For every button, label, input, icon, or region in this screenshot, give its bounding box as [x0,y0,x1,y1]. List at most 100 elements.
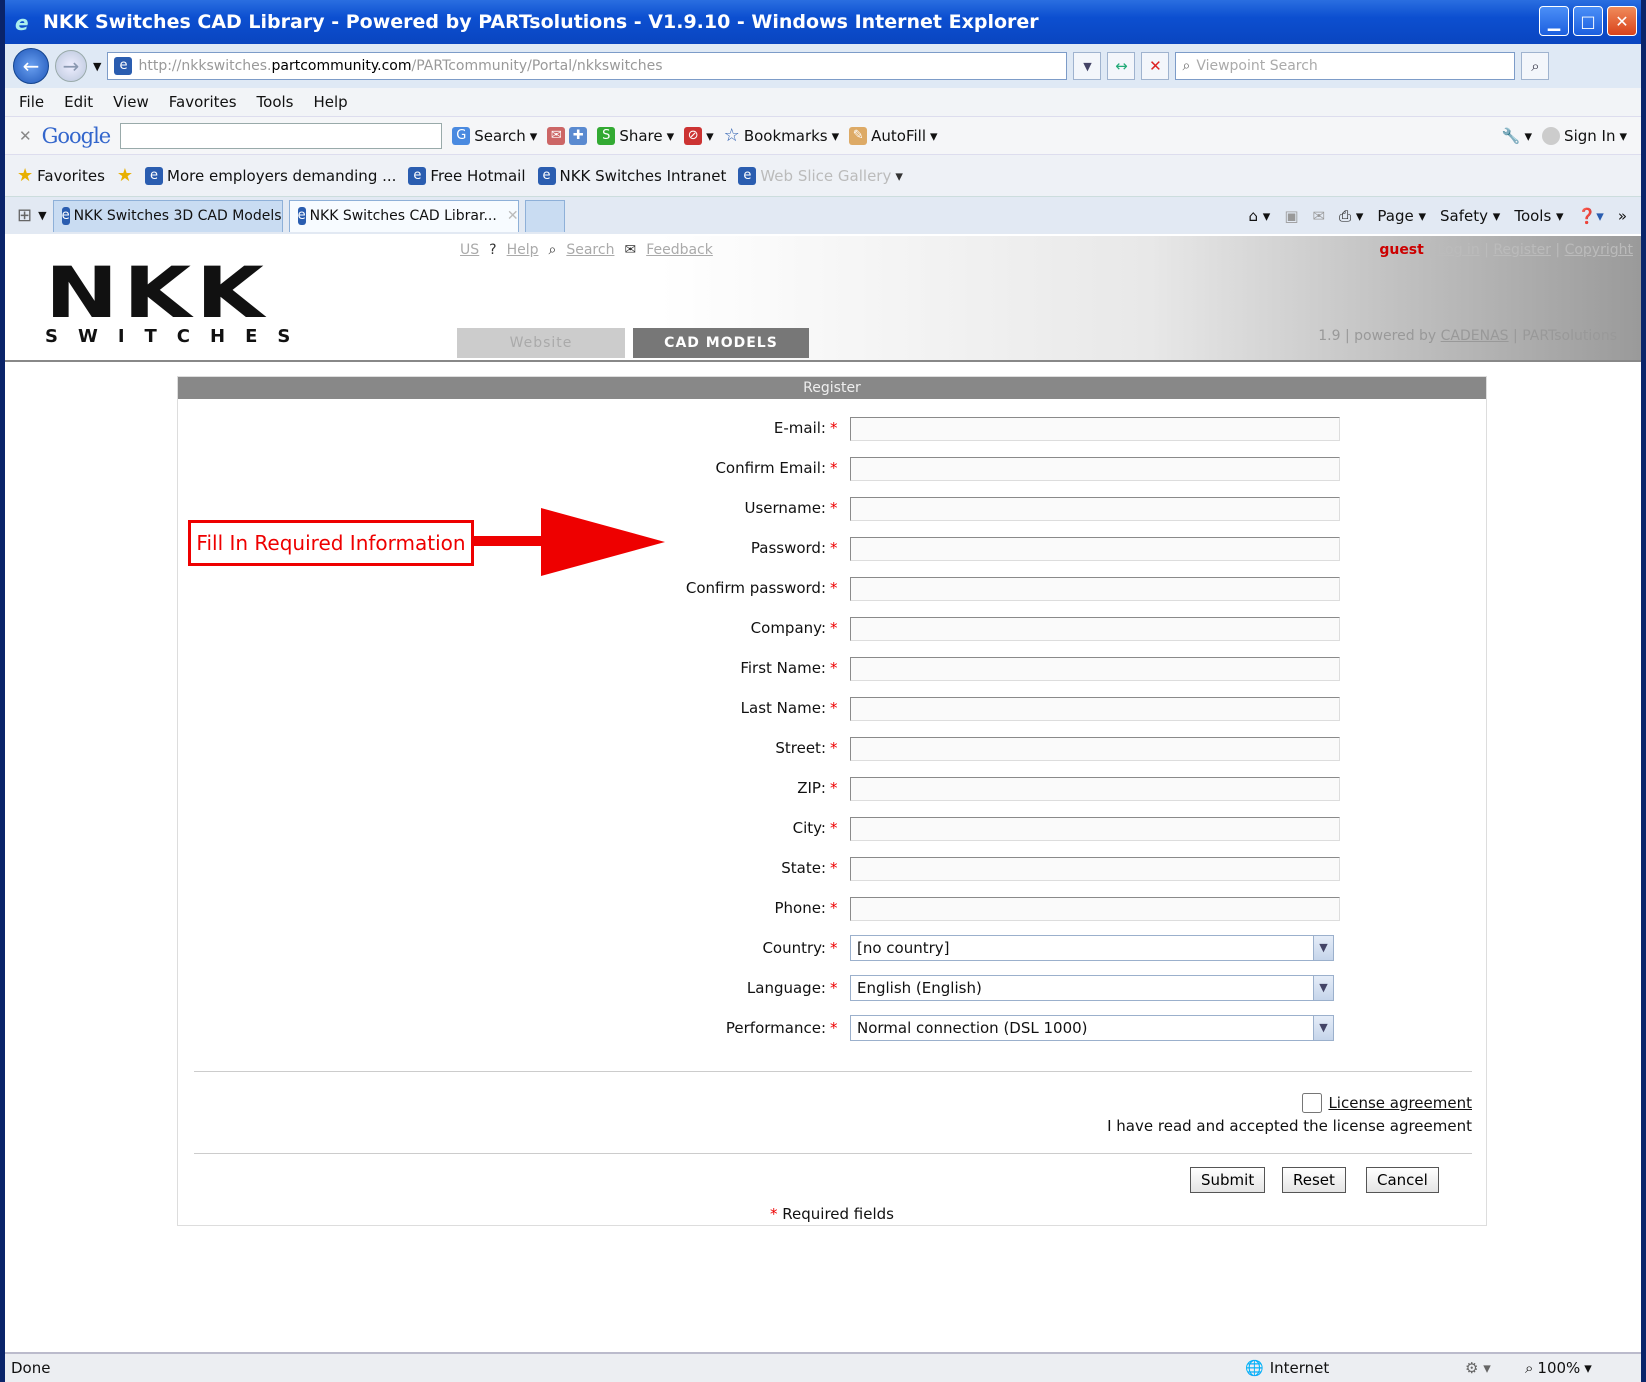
help-icon[interactable]: ❓▾ [1578,207,1604,225]
refresh-button[interactable]: ↔ [1107,52,1136,80]
new-tab-button[interactable] [524,199,565,232]
language-select[interactable]: English (English) ▼ [850,975,1334,1001]
wrench-button[interactable]: 🔧 ▾ [1502,127,1532,145]
page-menu[interactable]: Page ▾ [1377,207,1426,225]
menu-tools[interactable]: Tools [257,93,294,111]
field-phone: Phone: * [178,897,1486,923]
home-icon[interactable]: ⌂ ▾ [1248,207,1270,225]
zoom-icon: ⌕ [1525,1359,1534,1377]
google-search-input[interactable] [120,122,443,149]
language-selector[interactable]: US [460,242,479,258]
minimize-button[interactable]: ▁ [1539,6,1569,36]
page-icon: e [114,57,133,75]
submit-button[interactable]: Submit [1190,1167,1266,1193]
phone-input[interactable] [850,897,1340,921]
company-input[interactable] [850,617,1340,641]
cadenas-link[interactable]: CADENAS [1441,328,1509,344]
ie-logo-icon: e [15,11,29,35]
browser-window: e NKK Switches CAD Library - Powered by … [0,0,1646,1382]
username-input[interactable] [850,497,1340,521]
street-input[interactable] [850,737,1340,761]
password-input[interactable] [850,537,1340,561]
share-button[interactable]: S Share ▾ [597,126,674,145]
field-label: ZIP: [797,779,826,797]
tab-cad-models[interactable]: CAD MODELS [633,328,809,358]
favorites-label: Favorites [37,166,105,185]
add-favorite-icon[interactable]: ★ [117,165,133,186]
nkk-logo[interactable]: NKK SWITCHES [45,258,310,347]
menu-file[interactable]: File [19,93,44,111]
email-input[interactable] [850,417,1340,441]
mail-read-icon[interactable]: ✉ [1313,207,1326,225]
search-link[interactable]: Search [566,242,614,258]
register-link[interactable]: Register [1493,242,1551,258]
tab-cad-library[interactable]: e NKK Switches CAD Librar... ✕ [288,199,519,232]
autofill-icon: ✎ [849,126,868,145]
login-link[interactable]: Log in [1437,242,1479,258]
fav-item-intranet[interactable]: e NKK Switches Intranet [537,166,726,185]
tab-3d-cad-models[interactable]: e NKK Switches 3D CAD Models [52,199,283,232]
url-input[interactable]: e http://nkkswitches.partcommunity.com/P… [107,52,1068,80]
sign-in-button[interactable]: Sign In ▾ [1542,126,1627,145]
fav-item-hotmail[interactable]: e Free Hotmail [408,166,526,185]
close-tab-icon[interactable]: ✕ [507,208,519,224]
print-icon[interactable]: ⎙ ▾ [1339,207,1363,225]
close-button[interactable]: ✕ [1607,6,1637,36]
state-input[interactable] [850,857,1340,881]
first-name-input[interactable] [850,657,1340,681]
favorites-button[interactable]: ★ Favorites [17,165,105,186]
google-extra-icons[interactable]: ✉ ✚ [547,126,588,145]
fav-item-web-slice[interactable]: e Web Slice Gallery ▾ [738,166,903,185]
search-icon: ⌕ [1182,58,1191,74]
stop-button[interactable]: ✕ [1141,52,1170,80]
page-icon: e [145,166,164,185]
city-input[interactable] [850,817,1340,841]
fav-item-employers[interactable]: e More employers demanding ... [145,166,396,185]
zoom-control[interactable]: ⌕ 100% ▾ [1525,1359,1592,1377]
tab-website[interactable]: Website [457,328,625,358]
field-label: E-mail: [773,419,826,437]
menu-view[interactable]: View [113,93,149,111]
search-go-button[interactable]: ⌕ [1521,52,1550,80]
license-row: License agreement [1302,1093,1472,1113]
google-search-button[interactable]: G Search ▾ [452,126,537,145]
license-link[interactable]: License agreement [1328,1094,1472,1112]
menu-help[interactable]: Help [314,93,348,111]
popup-blocker-button[interactable]: ⊘ ▾ [684,126,714,145]
back-button[interactable]: ← [13,48,49,84]
close-toolbar-icon[interactable]: ✕ [19,127,32,145]
maximize-button[interactable]: □ [1573,6,1603,36]
country-select[interactable]: [no country] ▼ [850,935,1334,961]
feedback-link[interactable]: Feedback [646,242,713,258]
zip-input[interactable] [850,777,1340,801]
cancel-button[interactable]: Cancel [1366,1167,1439,1193]
powered-prefix: 1.9 | powered by [1318,328,1437,344]
protected-mode-icon[interactable]: ⚙ ▾ [1465,1359,1491,1377]
autofill-label: AutoFill [871,126,927,145]
autofill-button[interactable]: ✎ AutoFill ▾ [849,126,938,145]
reset-button[interactable]: Reset [1282,1167,1346,1193]
field-first-name: First Name: * [178,657,1486,683]
menu-favorites[interactable]: Favorites [169,93,237,111]
feeds-icon[interactable]: ▣ [1284,207,1298,225]
url-dropdown-icon[interactable]: ▼ [1073,52,1102,80]
security-zone[interactable]: 🌐 Internet [1245,1359,1329,1377]
help-link[interactable]: Help [507,242,539,258]
confirm-email-input[interactable] [850,457,1340,481]
more-icon[interactable]: » [1618,207,1627,225]
field-label: Username: [744,499,826,517]
performance-select[interactable]: Normal connection (DSL 1000) ▼ [850,1015,1334,1041]
search-input[interactable]: ⌕ Viewpoint Search [1175,52,1516,80]
forward-button[interactable]: → [55,50,87,82]
quick-tabs-icon[interactable]: ⊞ [17,205,32,226]
tab-list-icon[interactable]: ▼ [38,209,46,222]
history-dropdown-icon[interactable]: ▼ [93,60,101,73]
confirm-password-input[interactable] [850,577,1340,601]
last-name-input[interactable] [850,697,1340,721]
tools-menu[interactable]: Tools ▾ [1514,207,1563,225]
copyright-link[interactable]: Copyright [1565,242,1633,258]
bookmarks-button[interactable]: ☆ Bookmarks ▾ [724,125,839,146]
menu-edit[interactable]: Edit [64,93,93,111]
license-checkbox[interactable] [1302,1093,1323,1113]
safety-menu[interactable]: Safety ▾ [1440,207,1500,225]
